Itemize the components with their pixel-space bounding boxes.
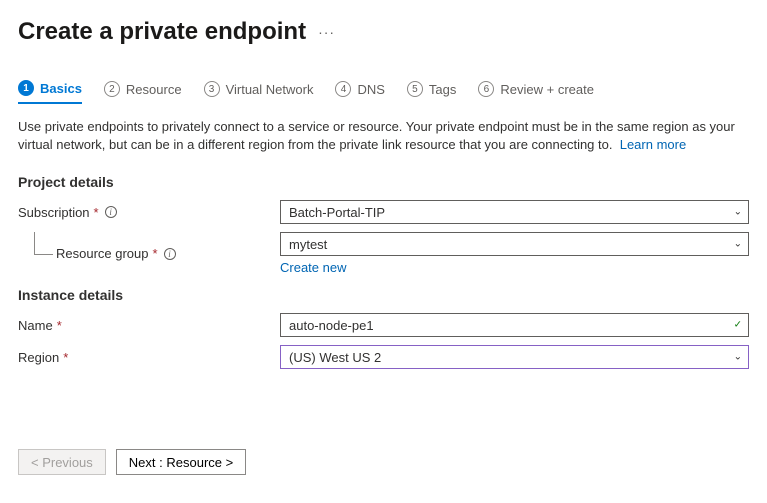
resource-group-select[interactable]: mytest ⌄ (280, 232, 749, 256)
info-icon[interactable]: i (105, 206, 117, 218)
required-marker: * (153, 246, 158, 261)
section-instance-details: Instance details (18, 287, 749, 303)
wizard-tabs: 1 Basics 2 Resource 3 Virtual Network 4 … (18, 76, 749, 104)
previous-button: < Previous (18, 449, 106, 475)
required-marker: * (57, 318, 62, 333)
chevron-down-icon: ⌄ (734, 239, 742, 250)
tab-review-create[interactable]: 6 Review + create (478, 76, 594, 104)
region-label: Region (18, 350, 59, 365)
subscription-value: Batch-Portal-TIP (289, 205, 385, 220)
tab-label: Basics (40, 81, 82, 96)
tab-basics[interactable]: 1 Basics (18, 76, 82, 104)
subscription-label: Subscription (18, 205, 90, 220)
tab-label: Virtual Network (226, 82, 314, 97)
page-title: Create a private endpoint (18, 18, 306, 46)
step-number: 3 (204, 81, 220, 97)
tab-resource[interactable]: 2 Resource (104, 76, 182, 104)
step-number: 6 (478, 81, 494, 97)
intro-text: Use private endpoints to privately conne… (18, 118, 738, 154)
step-number: 4 (335, 81, 351, 97)
tab-label: Resource (126, 82, 182, 97)
required-marker: * (63, 350, 68, 365)
region-select[interactable]: (US) West US 2 ⌄ (280, 345, 749, 369)
tab-label: Review + create (500, 82, 594, 97)
subscription-select[interactable]: Batch-Portal-TIP ⌄ (280, 200, 749, 224)
step-number: 1 (18, 80, 34, 96)
learn-more-link[interactable]: Learn more (620, 137, 686, 152)
required-marker: * (94, 205, 99, 220)
step-number: 5 (407, 81, 423, 97)
section-project-details: Project details (18, 174, 749, 190)
chevron-down-icon: ⌄ (734, 207, 742, 218)
create-new-link[interactable]: Create new (280, 260, 346, 275)
more-icon[interactable]: ··· (318, 24, 335, 40)
tab-tags[interactable]: 5 Tags (407, 76, 456, 104)
next-button[interactable]: Next : Resource > (116, 449, 246, 475)
step-number: 2 (104, 81, 120, 97)
tab-label: Tags (429, 82, 456, 97)
resource-group-label: Resource group (56, 246, 149, 261)
tab-virtual-network[interactable]: 3 Virtual Network (204, 76, 314, 104)
chevron-down-icon: ⌄ (734, 352, 742, 363)
tab-label: DNS (357, 82, 384, 97)
name-input[interactable]: auto-node-pe1 ✓ (280, 313, 749, 337)
check-icon: ✓ (734, 320, 742, 331)
tab-dns[interactable]: 4 DNS (335, 76, 384, 104)
info-icon[interactable]: i (164, 248, 176, 260)
region-value: (US) West US 2 (289, 350, 381, 365)
name-label: Name (18, 318, 53, 333)
resource-group-value: mytest (289, 237, 327, 252)
name-value: auto-node-pe1 (289, 318, 374, 333)
